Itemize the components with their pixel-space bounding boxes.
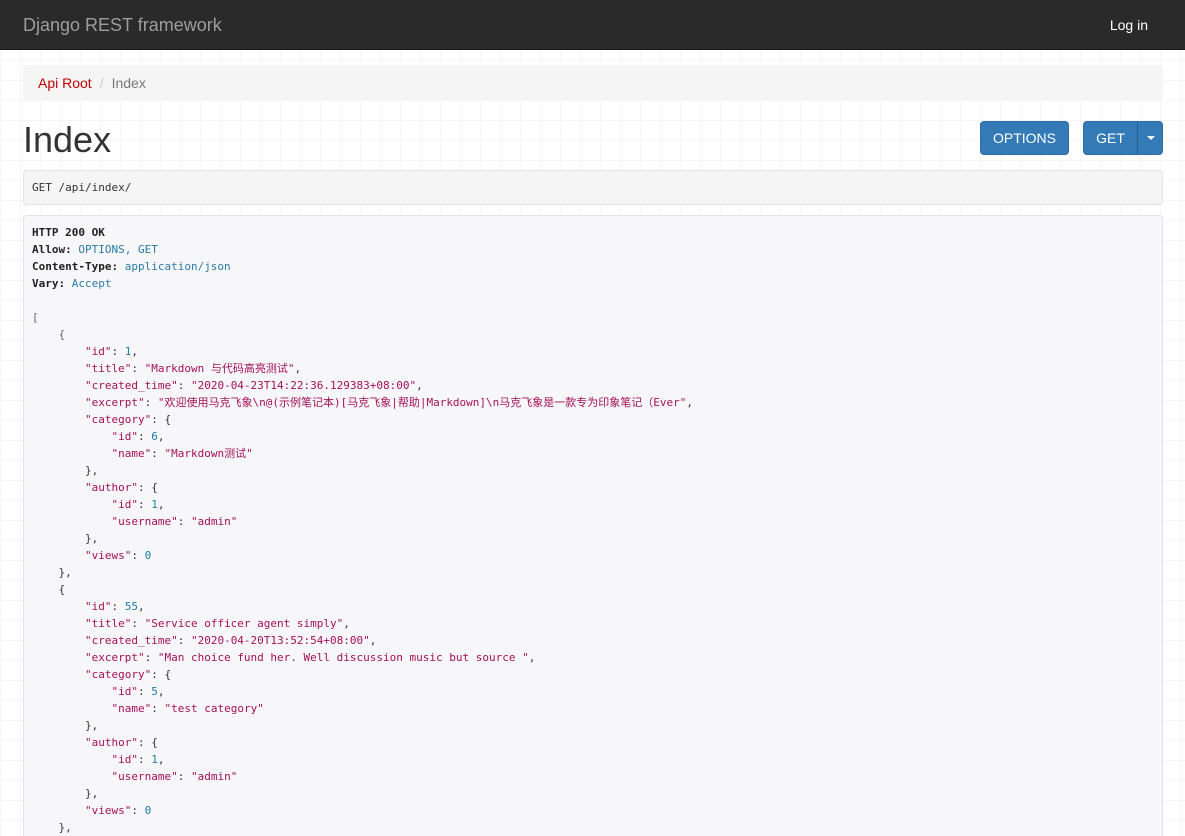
item-id: 1 [124,345,132,358]
breadcrumb-api-root[interactable]: Api Root [38,75,92,91]
category-id: 6 [151,430,158,443]
author-username: "admin" [190,515,238,528]
response-status: HTTP 200 OK [32,226,105,239]
request-line: GET /api/index/ [32,181,132,194]
item-title: "Markdown 与代码高亮测试" [144,362,295,375]
breadcrumb: Api Root / Index [23,65,1163,100]
header-value: application/json [124,260,231,273]
author-id: 1 [151,498,158,511]
item-created-time: "2020-04-20T13:52:54+08:00" [190,634,370,647]
breadcrumb-index: Index [111,75,146,91]
get-format-dropdown-button[interactable] [1137,121,1163,155]
category-name: "Markdown测试" [164,447,253,460]
brand-title[interactable]: Django REST framework [23,14,222,36]
author-id: 1 [151,753,158,766]
header-name: Content-Type: [32,260,119,273]
author-username: "admin" [190,770,238,783]
category-name: "test category" [164,702,264,715]
item-excerpt: "Man choice fund her. Well discussion mu… [157,651,529,664]
navbar: Django REST framework Log in [0,0,1185,50]
caret-down-icon [1147,136,1155,140]
item-id: 55 [124,600,138,613]
item-title: "Service officer agent simply" [144,617,344,630]
item-excerpt: "欢迎使用马克飞象\n@(示例笔记本)[马克飞象|帮助|Markdown]\n马… [157,396,687,409]
options-button[interactable]: OPTIONS [980,121,1069,155]
request-info: GET /api/index/ [23,170,1163,205]
header-name: Vary: [32,277,66,290]
header-name: Allow: [32,243,72,256]
page-title: Index [23,119,112,160]
item-views: 0 [144,549,152,562]
header-value: Accept [71,277,112,290]
item-views: 0 [144,804,152,817]
login-link[interactable]: Log in [1110,16,1148,34]
category-id: 5 [151,685,158,698]
item-created-time: "2020-04-23T14:22:36.129383+08:00" [190,379,417,392]
get-button[interactable]: GET [1083,121,1138,155]
header-value: OPTIONS, GET [78,243,158,256]
breadcrumb-separator: / [99,75,104,91]
response-info: HTTP 200 OK Allow: OPTIONS, GET Content-Ty… [23,215,1163,836]
